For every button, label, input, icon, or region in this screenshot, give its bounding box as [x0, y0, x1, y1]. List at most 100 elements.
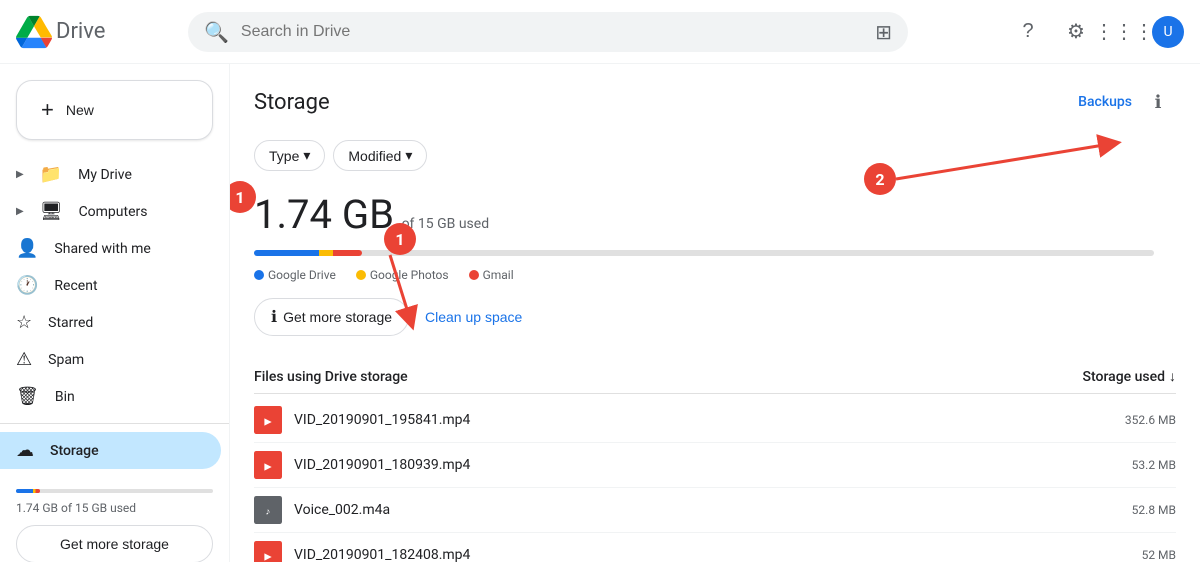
legend-google-drive: Google Drive	[254, 268, 336, 282]
svg-text:♪: ♪	[266, 507, 271, 518]
topbar-actions: ? ⚙ ⋮⋮⋮ U	[1008, 12, 1184, 52]
help-button[interactable]: ?	[1008, 12, 1048, 52]
storage-of-text: of 15 GB used	[402, 216, 490, 232]
sidebar-item-recent[interactable]: 🕐 Recent	[0, 267, 221, 304]
svg-text:▶: ▶	[264, 462, 271, 473]
topbar: Drive 🔍 ⊞ ? ⚙ ⋮⋮⋮ U	[0, 0, 1200, 64]
table-row[interactable]: ▶ VID_20190901_180939.mp4 53.2 MB	[254, 443, 1176, 488]
modified-filter-chevron: ▾	[405, 147, 412, 164]
expand-icon-computers: ▶	[16, 206, 24, 217]
sidebar-item-starred[interactable]: ☆ Starred	[0, 304, 221, 341]
main-layout: + New ▶ 📁 My Drive ▶ 🖥 Computers 👤 Share…	[0, 64, 1200, 562]
google-photos-dot	[356, 270, 366, 280]
file-name: VID_20190901_182408.mp4	[294, 547, 1096, 562]
sidebar-item-label: Storage	[50, 443, 99, 459]
file-name: Voice_002.m4a	[294, 502, 1096, 518]
expand-icon: ▶	[16, 169, 24, 180]
recent-icon: 🕐	[16, 275, 38, 296]
sidebar-item-bin[interactable]: 🗑 Bin	[0, 378, 221, 415]
svg-text:2: 2	[875, 170, 884, 189]
search-bar[interactable]: 🔍 ⊞	[188, 12, 908, 52]
sidebar-item-storage[interactable]: ☁ Storage	[0, 432, 221, 469]
file-icon-audio: ♪	[254, 496, 282, 524]
sidebar-item-shared[interactable]: 👤 Shared with me	[0, 230, 221, 267]
get-more-storage-icon: ℹ	[271, 307, 277, 327]
files-header-title: Files using Drive storage	[254, 369, 408, 385]
backups-link[interactable]: Backups	[1078, 94, 1132, 110]
storage-section: 1.74 GB of 15 GB used Get more storage	[0, 469, 229, 562]
google-drive-logo	[16, 14, 52, 50]
sidebar-item-computers[interactable]: ▶ 🖥 Computers	[0, 193, 221, 230]
svg-text:▶: ▶	[264, 552, 271, 562]
google-drive-dot	[254, 270, 264, 280]
file-icon-video: ▶	[254, 541, 282, 562]
sort-label: Storage used	[1083, 369, 1165, 385]
app-name: Drive	[56, 19, 105, 44]
shared-icon: 👤	[16, 238, 38, 259]
sidebar-item-label: Spam	[48, 352, 84, 368]
clean-up-button[interactable]: Clean up space	[421, 298, 526, 336]
settings-button[interactable]: ⚙	[1056, 12, 1096, 52]
storage-bar-fill	[16, 489, 40, 493]
storage-icon: ☁	[16, 440, 34, 461]
get-more-storage-sidebar-button[interactable]: Get more storage	[16, 525, 213, 562]
sidebar-item-label: Shared with me	[54, 241, 150, 257]
my-drive-icon: 📁	[40, 164, 62, 185]
sidebar-item-label: My Drive	[78, 167, 132, 183]
bin-icon: 🗑	[16, 386, 39, 407]
search-input[interactable]	[241, 23, 863, 41]
new-button[interactable]: + New	[16, 80, 213, 140]
table-row[interactable]: ▶ VID_20190901_182408.mp4 52 MB	[254, 533, 1176, 562]
table-row[interactable]: ♪ Voice_002.m4a 52.8 MB	[254, 488, 1176, 533]
sidebar-item-label: Starred	[48, 315, 93, 331]
files-sort-button[interactable]: Storage used ↓	[1083, 368, 1176, 385]
gmail-legend-label: Gmail	[483, 268, 514, 282]
get-more-storage-label: Get more storage	[283, 309, 392, 325]
filter-row: Type ▾ Modified ▾	[254, 140, 1176, 171]
type-filter-chevron: ▾	[303, 147, 310, 164]
computers-icon: 🖥	[40, 201, 63, 222]
file-icon-video: ▶	[254, 406, 282, 434]
storage-bar-background	[16, 489, 213, 493]
modified-filter-button[interactable]: Modified ▾	[333, 140, 427, 171]
storage-actions: ℹ Get more storage Clean up space	[254, 298, 1176, 336]
get-more-storage-main-button[interactable]: ℹ Get more storage	[254, 298, 409, 336]
storage-bar-main-fill	[254, 250, 362, 256]
modified-filter-label: Modified	[348, 148, 401, 164]
type-filter-label: Type	[269, 148, 299, 164]
main-content: Storage Backups ℹ Type ▾ Modified ▾	[230, 64, 1200, 562]
logo-area: Drive	[16, 14, 176, 50]
file-size: 52 MB	[1096, 548, 1176, 562]
user-avatar[interactable]: U	[1152, 16, 1184, 48]
gmail-dot	[469, 270, 479, 280]
file-icon-video: ▶	[254, 451, 282, 479]
new-button-label: New	[66, 102, 94, 118]
table-row[interactable]: ▶ VID_20190901_195841.mp4 352.6 MB	[254, 398, 1176, 443]
sidebar-item-spam[interactable]: ⚠ Spam	[0, 341, 221, 378]
sidebar-item-label: Bin	[55, 389, 75, 405]
file-size: 352.6 MB	[1096, 413, 1176, 427]
sidebar-item-my-drive[interactable]: ▶ 📁 My Drive	[0, 156, 221, 193]
file-name: VID_20190901_195841.mp4	[294, 412, 1096, 428]
page-title: Storage	[254, 90, 330, 115]
google-drive-legend-label: Google Drive	[268, 268, 336, 282]
spam-icon: ⚠	[16, 349, 32, 370]
legend-google-photos: Google Photos	[356, 268, 449, 282]
header-actions: Backups ℹ	[1078, 84, 1176, 120]
sort-icon: ↓	[1169, 368, 1176, 385]
storage-amount-display: 1.74 GB of 15 GB used	[254, 191, 1176, 238]
apps-button[interactable]: ⋮⋮⋮	[1104, 12, 1144, 52]
plus-icon: +	[41, 97, 54, 123]
storage-used-section: 1 1.74 GB of 15 GB used Google Drive Goo…	[254, 191, 1176, 336]
search-filter-icon[interactable]: ⊞	[875, 20, 892, 44]
svg-text:▶: ▶	[264, 417, 271, 428]
search-icon: 🔍	[204, 20, 229, 44]
files-table-header: Files using Drive storage Storage used ↓	[254, 360, 1176, 394]
info-button[interactable]: ℹ	[1140, 84, 1176, 120]
type-filter-button[interactable]: Type ▾	[254, 140, 325, 171]
file-name: VID_20190901_180939.mp4	[294, 457, 1096, 473]
storage-amount: 1.74 GB	[254, 191, 394, 238]
sidebar: + New ▶ 📁 My Drive ▶ 🖥 Computers 👤 Share…	[0, 64, 230, 562]
google-photos-legend-label: Google Photos	[370, 268, 449, 282]
legend-gmail: Gmail	[469, 268, 514, 282]
